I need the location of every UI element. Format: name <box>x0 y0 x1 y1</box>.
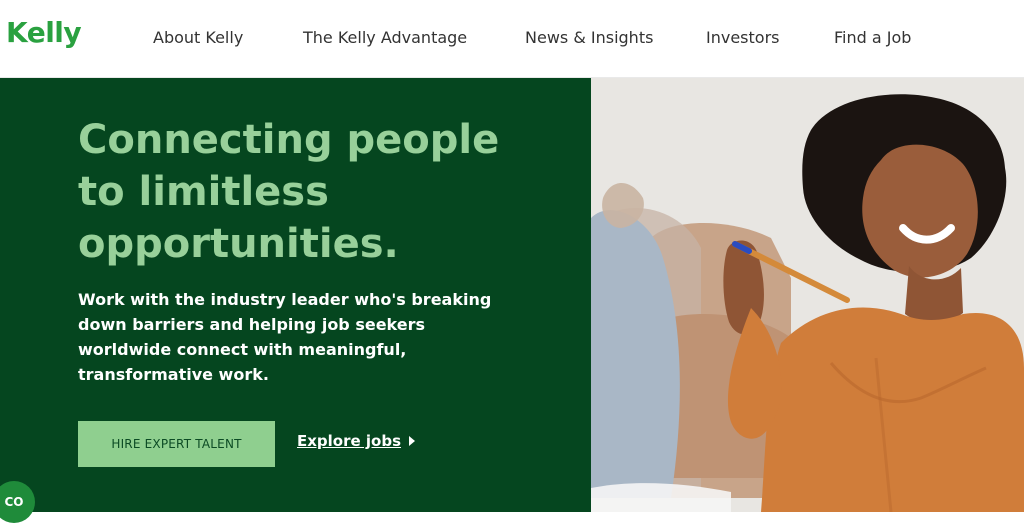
hero-headline: Connecting people to limitless opportuni… <box>78 114 578 270</box>
hero-headline-line: to limitless <box>78 169 329 215</box>
nav-investors[interactable]: Investors <box>706 28 779 47</box>
hire-expert-talent-button[interactable]: HIRE EXPERT TALENT <box>78 421 275 467</box>
hero-subtext: Work with the industry leader who's brea… <box>78 287 498 387</box>
hero-headline-line: Connecting people <box>78 117 500 163</box>
chat-widget-label: CO <box>4 495 24 509</box>
hero-headline-line: opportunities. <box>78 221 399 267</box>
nav-find-a-job[interactable]: Find a Job <box>834 28 911 47</box>
caret-right-icon <box>409 436 416 446</box>
nav-kelly-advantage[interactable]: The Kelly Advantage <box>303 28 467 47</box>
hero-photo <box>591 78 1024 512</box>
nav-news-insights[interactable]: News & Insights <box>525 28 653 47</box>
explore-jobs-label[interactable]: Explore jobs <box>297 432 401 450</box>
kelly-logo[interactable]: Kelly <box>6 16 82 49</box>
nav-about-kelly[interactable]: About Kelly <box>153 28 243 47</box>
hero-photo-illustration <box>591 78 1024 512</box>
hero-subtext-line: down barriers and helping job seekers <box>78 315 426 334</box>
chat-widget-button[interactable]: CO <box>0 481 35 523</box>
hero-subtext-line: Work with the industry leader who's brea… <box>78 290 492 309</box>
explore-jobs-link[interactable]: Explore jobs <box>297 432 416 450</box>
site-header: Kelly About Kelly The Kelly Advantage Ne… <box>0 0 1024 78</box>
hero-subtext-line: worldwide connect with meaningful, <box>78 340 407 359</box>
hero-subtext-line: transformative work. <box>78 365 269 384</box>
